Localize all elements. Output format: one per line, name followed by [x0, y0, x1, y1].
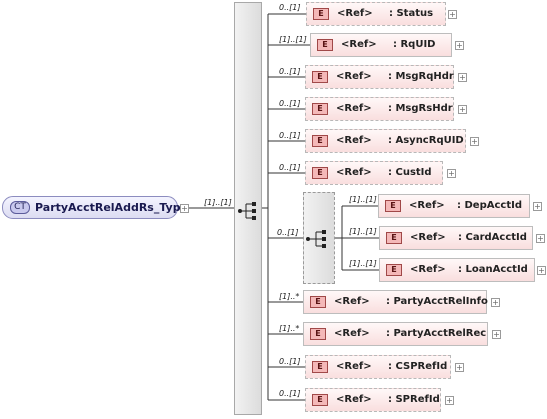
element-cardacctid[interactable]: E <Ref> : CardAcctId [379, 226, 533, 250]
element-cardinality: [1]..[1] [349, 259, 377, 268]
choice-compositor[interactable] [303, 192, 335, 284]
complex-type-name: PartyAcctRelAddRs_Type [35, 201, 189, 214]
element-sprefid[interactable]: E <Ref> : SPRefId [305, 388, 441, 412]
element-cardinality: 0..[1] [279, 389, 301, 398]
element-cardinality: 0..[1] [279, 67, 301, 76]
element-cardinality: [1]..* [279, 292, 300, 301]
expand-icon[interactable]: + [533, 202, 542, 211]
element-msgrshdr[interactable]: E <Ref> : MsgRsHdr [305, 97, 454, 121]
element-ref: <Ref> [337, 8, 373, 19]
expand-icon[interactable]: + [455, 41, 464, 50]
expand-icon[interactable]: + [537, 266, 546, 275]
element-ref: <Ref> [334, 296, 370, 307]
element-partyacctrelinfo[interactable]: E <Ref> : PartyAcctRelInfo [303, 290, 488, 314]
element-asyncrquid[interactable]: E <Ref> : AsyncRqUID [305, 129, 466, 153]
expand-icon[interactable]: + [447, 169, 456, 178]
element-name: : MsgRsHdr [388, 103, 453, 114]
complex-type-badge: CT [10, 201, 30, 214]
expand-icon[interactable]: + [445, 396, 454, 405]
element-ref: <Ref> [334, 328, 370, 339]
element-name: : DepAcctId [457, 200, 522, 211]
element-name: : MsgRqHdr [388, 71, 454, 82]
element-icon: E [313, 8, 329, 20]
element-ref: <Ref> [409, 200, 445, 211]
expand-icon[interactable]: + [458, 105, 467, 114]
sequence-compositor[interactable] [234, 2, 262, 415]
element-icon: E [312, 167, 328, 179]
ct-cardinality: [1]..[1] [204, 198, 232, 207]
element-cardinality: 0..[1] [279, 163, 301, 172]
element-name: : LoanAcctId [458, 264, 528, 275]
expand-icon[interactable]: + [458, 73, 467, 82]
element-cardinality: 0..[1] [279, 3, 301, 12]
element-cardinality: [1]..[1] [349, 195, 377, 204]
expand-icon[interactable]: + [448, 10, 457, 19]
element-ref: <Ref> [336, 394, 372, 405]
expand-icon[interactable]: + [492, 330, 501, 339]
element-icon: E [310, 296, 326, 308]
element-ref: <Ref> [341, 39, 377, 50]
element-partyacctrelrec[interactable]: E <Ref> : PartyAcctRelRec [303, 322, 488, 346]
element-icon: E [312, 103, 328, 115]
element-cardinality: 0..[1] [279, 131, 301, 140]
element-name: : SPRefId [388, 394, 440, 405]
element-icon: E [312, 71, 328, 83]
expand-icon[interactable]: + [536, 234, 545, 243]
expand-icon[interactable]: + [491, 298, 500, 307]
element-rquid[interactable]: E <Ref> : RqUID [310, 33, 452, 57]
element-icon: E [310, 328, 326, 340]
element-loanacctid[interactable]: E <Ref> : LoanAcctId [379, 258, 535, 282]
element-name: : AsyncRqUID [388, 135, 464, 146]
element-icon: E [385, 200, 401, 212]
element-cardinality: [1]..[1] [349, 227, 377, 236]
element-ref: <Ref> [336, 361, 372, 372]
element-name: : PartyAcctRelInfo [386, 296, 488, 307]
element-name: : CardAcctId [458, 232, 527, 243]
element-icon: E [312, 361, 328, 373]
element-name: : CSPRefId [388, 361, 448, 372]
element-name: : CustId [388, 167, 432, 178]
element-ref: <Ref> [410, 264, 446, 275]
element-name: : Status [389, 8, 434, 19]
choice-cardinality: 0..[1] [277, 228, 299, 237]
element-icon: E [386, 264, 402, 276]
element-ref: <Ref> [410, 232, 446, 243]
element-msgrqhdr[interactable]: E <Ref> : MsgRqHdr [305, 65, 454, 89]
element-cardinality: [1]..* [279, 324, 300, 333]
element-ref: <Ref> [336, 135, 372, 146]
sequence-icon [238, 202, 256, 220]
element-icon: E [317, 39, 333, 51]
expand-icon[interactable]: + [455, 363, 464, 372]
expand-icon[interactable]: + [470, 137, 479, 146]
complex-type-node[interactable]: CT PartyAcctRelAddRs_Type [2, 196, 188, 219]
element-cardinality: 0..[1] [279, 357, 301, 366]
choice-icon [306, 230, 326, 248]
element-ref: <Ref> [336, 167, 372, 178]
element-icon: E [312, 135, 328, 147]
element-icon: E [386, 232, 402, 244]
element-csprefid[interactable]: E <Ref> : CSPRefId [305, 355, 451, 379]
element-name: : PartyAcctRelRec [386, 328, 487, 339]
element-cardinality: 0..[1] [279, 99, 301, 108]
element-status[interactable]: E <Ref> : Status [306, 2, 446, 26]
element-ref: <Ref> [336, 71, 372, 82]
element-name: : RqUID [393, 39, 436, 50]
element-icon: E [312, 394, 328, 406]
element-ref: <Ref> [336, 103, 372, 114]
element-depacctid[interactable]: E <Ref> : DepAcctId [378, 194, 530, 218]
element-cardinality: [1]..[1] [279, 35, 307, 44]
element-custid[interactable]: E <Ref> : CustId [305, 161, 443, 185]
ct-expand-icon[interactable]: + [180, 204, 189, 213]
